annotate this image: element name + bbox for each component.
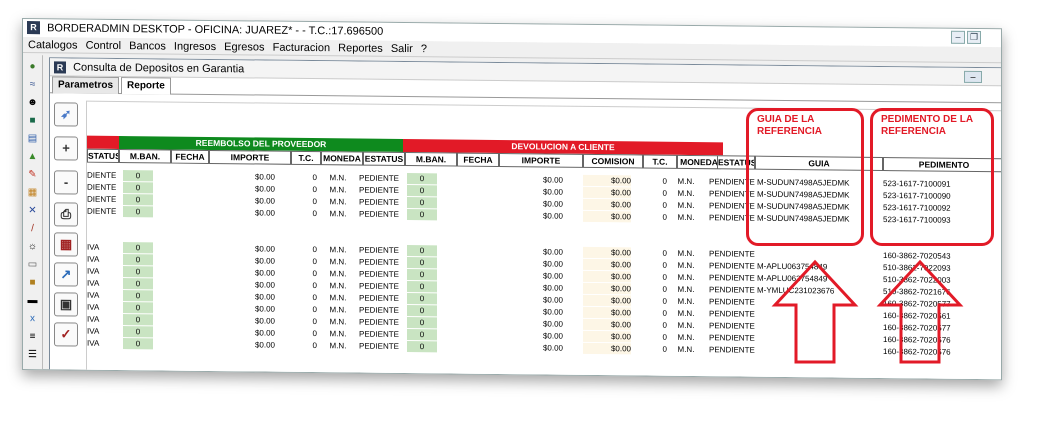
annotation-arrows bbox=[771, 259, 964, 364]
pedimento-arrow-icon bbox=[876, 259, 964, 364]
guia-arrow-icon bbox=[771, 259, 859, 364]
